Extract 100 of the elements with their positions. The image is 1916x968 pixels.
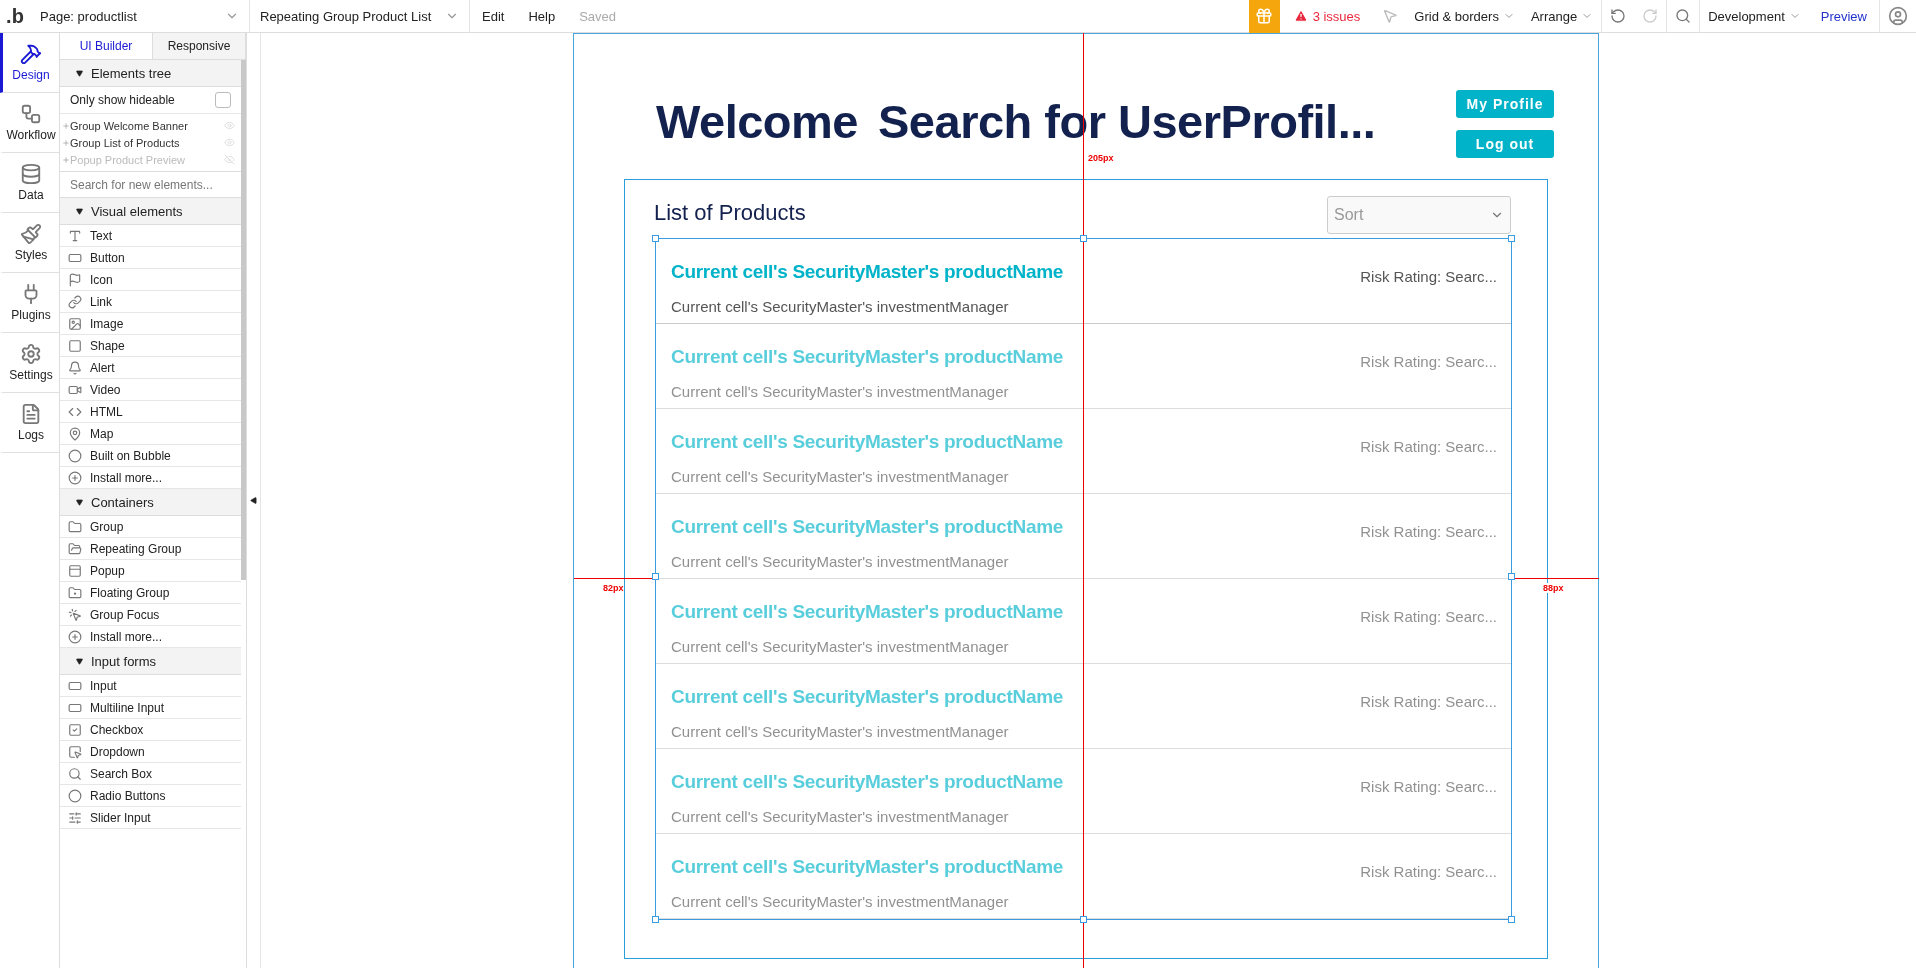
menu-item[interactable]: Edit <box>470 8 517 24</box>
section-header[interactable]: Input forms <box>60 648 241 675</box>
collapse-icon[interactable] <box>250 497 257 504</box>
radio-icon <box>68 788 82 803</box>
menu-item[interactable]: Help <box>516 8 568 24</box>
tree-item[interactable]: Group Welcome Banner <box>70 119 224 132</box>
risk-rating: Risk Rating: Searc... <box>1360 607 1497 625</box>
risk-rating: Risk Rating: Searc... <box>1360 777 1497 795</box>
database-icon <box>20 163 42 185</box>
element-dropdown[interactable]: Repeating Group Product List <box>250 0 470 33</box>
save-status: Saved <box>578 8 618 24</box>
page-dropdown[interactable]: Page: productlist <box>30 0 250 33</box>
folder-icon <box>68 585 82 600</box>
resize-handle[interactable] <box>1508 235 1515 242</box>
image-icon <box>68 316 82 331</box>
grid-borders-menu[interactable]: Grid & borders <box>1406 0 1523 33</box>
risk-rating: Risk Rating: Searc... <box>1360 352 1497 370</box>
scrollbar[interactable] <box>241 60 246 580</box>
element-item[interactable]: Search Box <box>60 763 241 785</box>
product-name: Current cell's SecurityMaster's productName <box>671 686 1065 709</box>
risk-rating: Risk Rating: Searc... <box>1360 267 1497 285</box>
tab-label: Design <box>12 68 50 82</box>
section-header[interactable]: Containers <box>60 489 241 516</box>
resize-handle[interactable] <box>1080 916 1087 923</box>
panel-tab[interactable]: Responsive <box>153 33 246 59</box>
tree-item[interactable]: Group List of Products <box>70 136 224 149</box>
element-item[interactable]: Input <box>60 675 241 697</box>
element-item[interactable]: Slider Input <box>60 807 241 829</box>
element-item[interactable]: Button <box>60 247 241 269</box>
flag-icon <box>68 272 82 287</box>
resize-handle[interactable] <box>652 235 659 242</box>
issues-button[interactable]: 3 issues <box>1279 8 1375 24</box>
caret-icon <box>76 207 83 215</box>
avatar-icon[interactable] <box>1888 6 1908 26</box>
preview-link[interactable]: Preview <box>1808 8 1879 24</box>
resize-handle[interactable] <box>652 916 659 923</box>
search-icon <box>68 766 82 781</box>
investment-manager: Current cell's SecurityMaster's investmentManager <box>671 383 1010 402</box>
search-field[interactable]: Search for new elements... <box>60 171 241 198</box>
undo-icon[interactable] <box>1610 8 1627 24</box>
element-item[interactable]: Built on Bubble <box>60 445 241 467</box>
tab-label: Styles <box>14 248 48 262</box>
element-item[interactable]: Popup <box>60 560 241 582</box>
logo[interactable]: .b <box>0 4 30 28</box>
element-item[interactable]: Text <box>60 225 241 247</box>
sidebar-tab[interactable]: Plugins <box>0 273 59 333</box>
element-item[interactable]: Group <box>60 516 241 538</box>
element-item[interactable]: Alert <box>60 357 241 379</box>
checkbox-label: Only show hideable <box>70 93 175 107</box>
sidebar-tab[interactable]: Logs <box>0 393 59 453</box>
plus-circle-icon <box>68 629 82 644</box>
element-item[interactable]: Repeating Group <box>60 538 241 560</box>
group-title: List of Products <box>654 200 806 226</box>
element-item[interactable]: Group Focus <box>60 604 241 626</box>
plus-icon[interactable] <box>62 138 70 147</box>
element-item[interactable]: Shape <box>60 335 241 357</box>
element-item[interactable]: Video <box>60 379 241 401</box>
element-item[interactable]: Radio Buttons <box>60 785 241 807</box>
resize-handle[interactable] <box>652 573 659 580</box>
search-icon[interactable] <box>1675 8 1692 24</box>
plus-icon[interactable] <box>62 155 70 164</box>
element-item[interactable]: Floating Group <box>60 582 241 604</box>
section-title: Input forms <box>91 653 157 669</box>
element-item[interactable]: Icon <box>60 269 241 291</box>
caret-icon <box>76 498 83 506</box>
pointer-icon[interactable] <box>1382 8 1399 24</box>
element-item[interactable]: Checkbox <box>60 719 241 741</box>
investment-manager: Current cell's SecurityMaster's investmentManager <box>671 638 1010 657</box>
section-header[interactable]: Visual elements <box>60 198 241 225</box>
risk-rating: Risk Rating: Searc... <box>1360 692 1497 710</box>
product-name: Current cell's SecurityMaster's productName <box>671 771 1065 794</box>
folders-icon <box>68 541 82 556</box>
element-item[interactable]: Multiline Input <box>60 697 241 719</box>
tab-label: Plugins <box>11 308 51 322</box>
element-item[interactable]: Dropdown <box>60 741 241 763</box>
section-header[interactable]: Elements tree <box>60 60 241 87</box>
welcome-heading: Welcome <box>656 94 858 149</box>
document-icon <box>20 403 42 425</box>
sidebar-tab[interactable]: Data <box>0 153 59 213</box>
resize-handle[interactable] <box>1508 916 1515 923</box>
arrange-menu[interactable]: Arrange <box>1522 0 1602 33</box>
resize-handle[interactable] <box>1080 235 1087 242</box>
element-item[interactable]: Map <box>60 423 241 445</box>
resize-handle[interactable] <box>1508 573 1515 580</box>
environment-dropdown[interactable]: Development <box>1699 0 1809 33</box>
redo-icon[interactable] <box>1642 8 1659 24</box>
brush-icon <box>20 223 42 245</box>
checkbox-icon <box>68 722 82 737</box>
product-name: Current cell's SecurityMaster's productName <box>671 431 1065 454</box>
plus-icon[interactable] <box>62 121 70 130</box>
tab-label: Data <box>18 188 44 202</box>
element-item[interactable]: Image <box>60 313 241 335</box>
element-item[interactable]: Link <box>60 291 241 313</box>
sidebar-tab[interactable]: Styles <box>0 213 59 273</box>
element-item[interactable]: HTML <box>60 401 241 423</box>
sidebar-tab[interactable]: Workflow <box>0 93 59 153</box>
gift-button[interactable] <box>1248 0 1280 33</box>
sidebar-tab[interactable]: Settings <box>0 333 59 393</box>
section-title: Visual elements <box>91 203 183 219</box>
checkbox[interactable] <box>215 92 231 108</box>
